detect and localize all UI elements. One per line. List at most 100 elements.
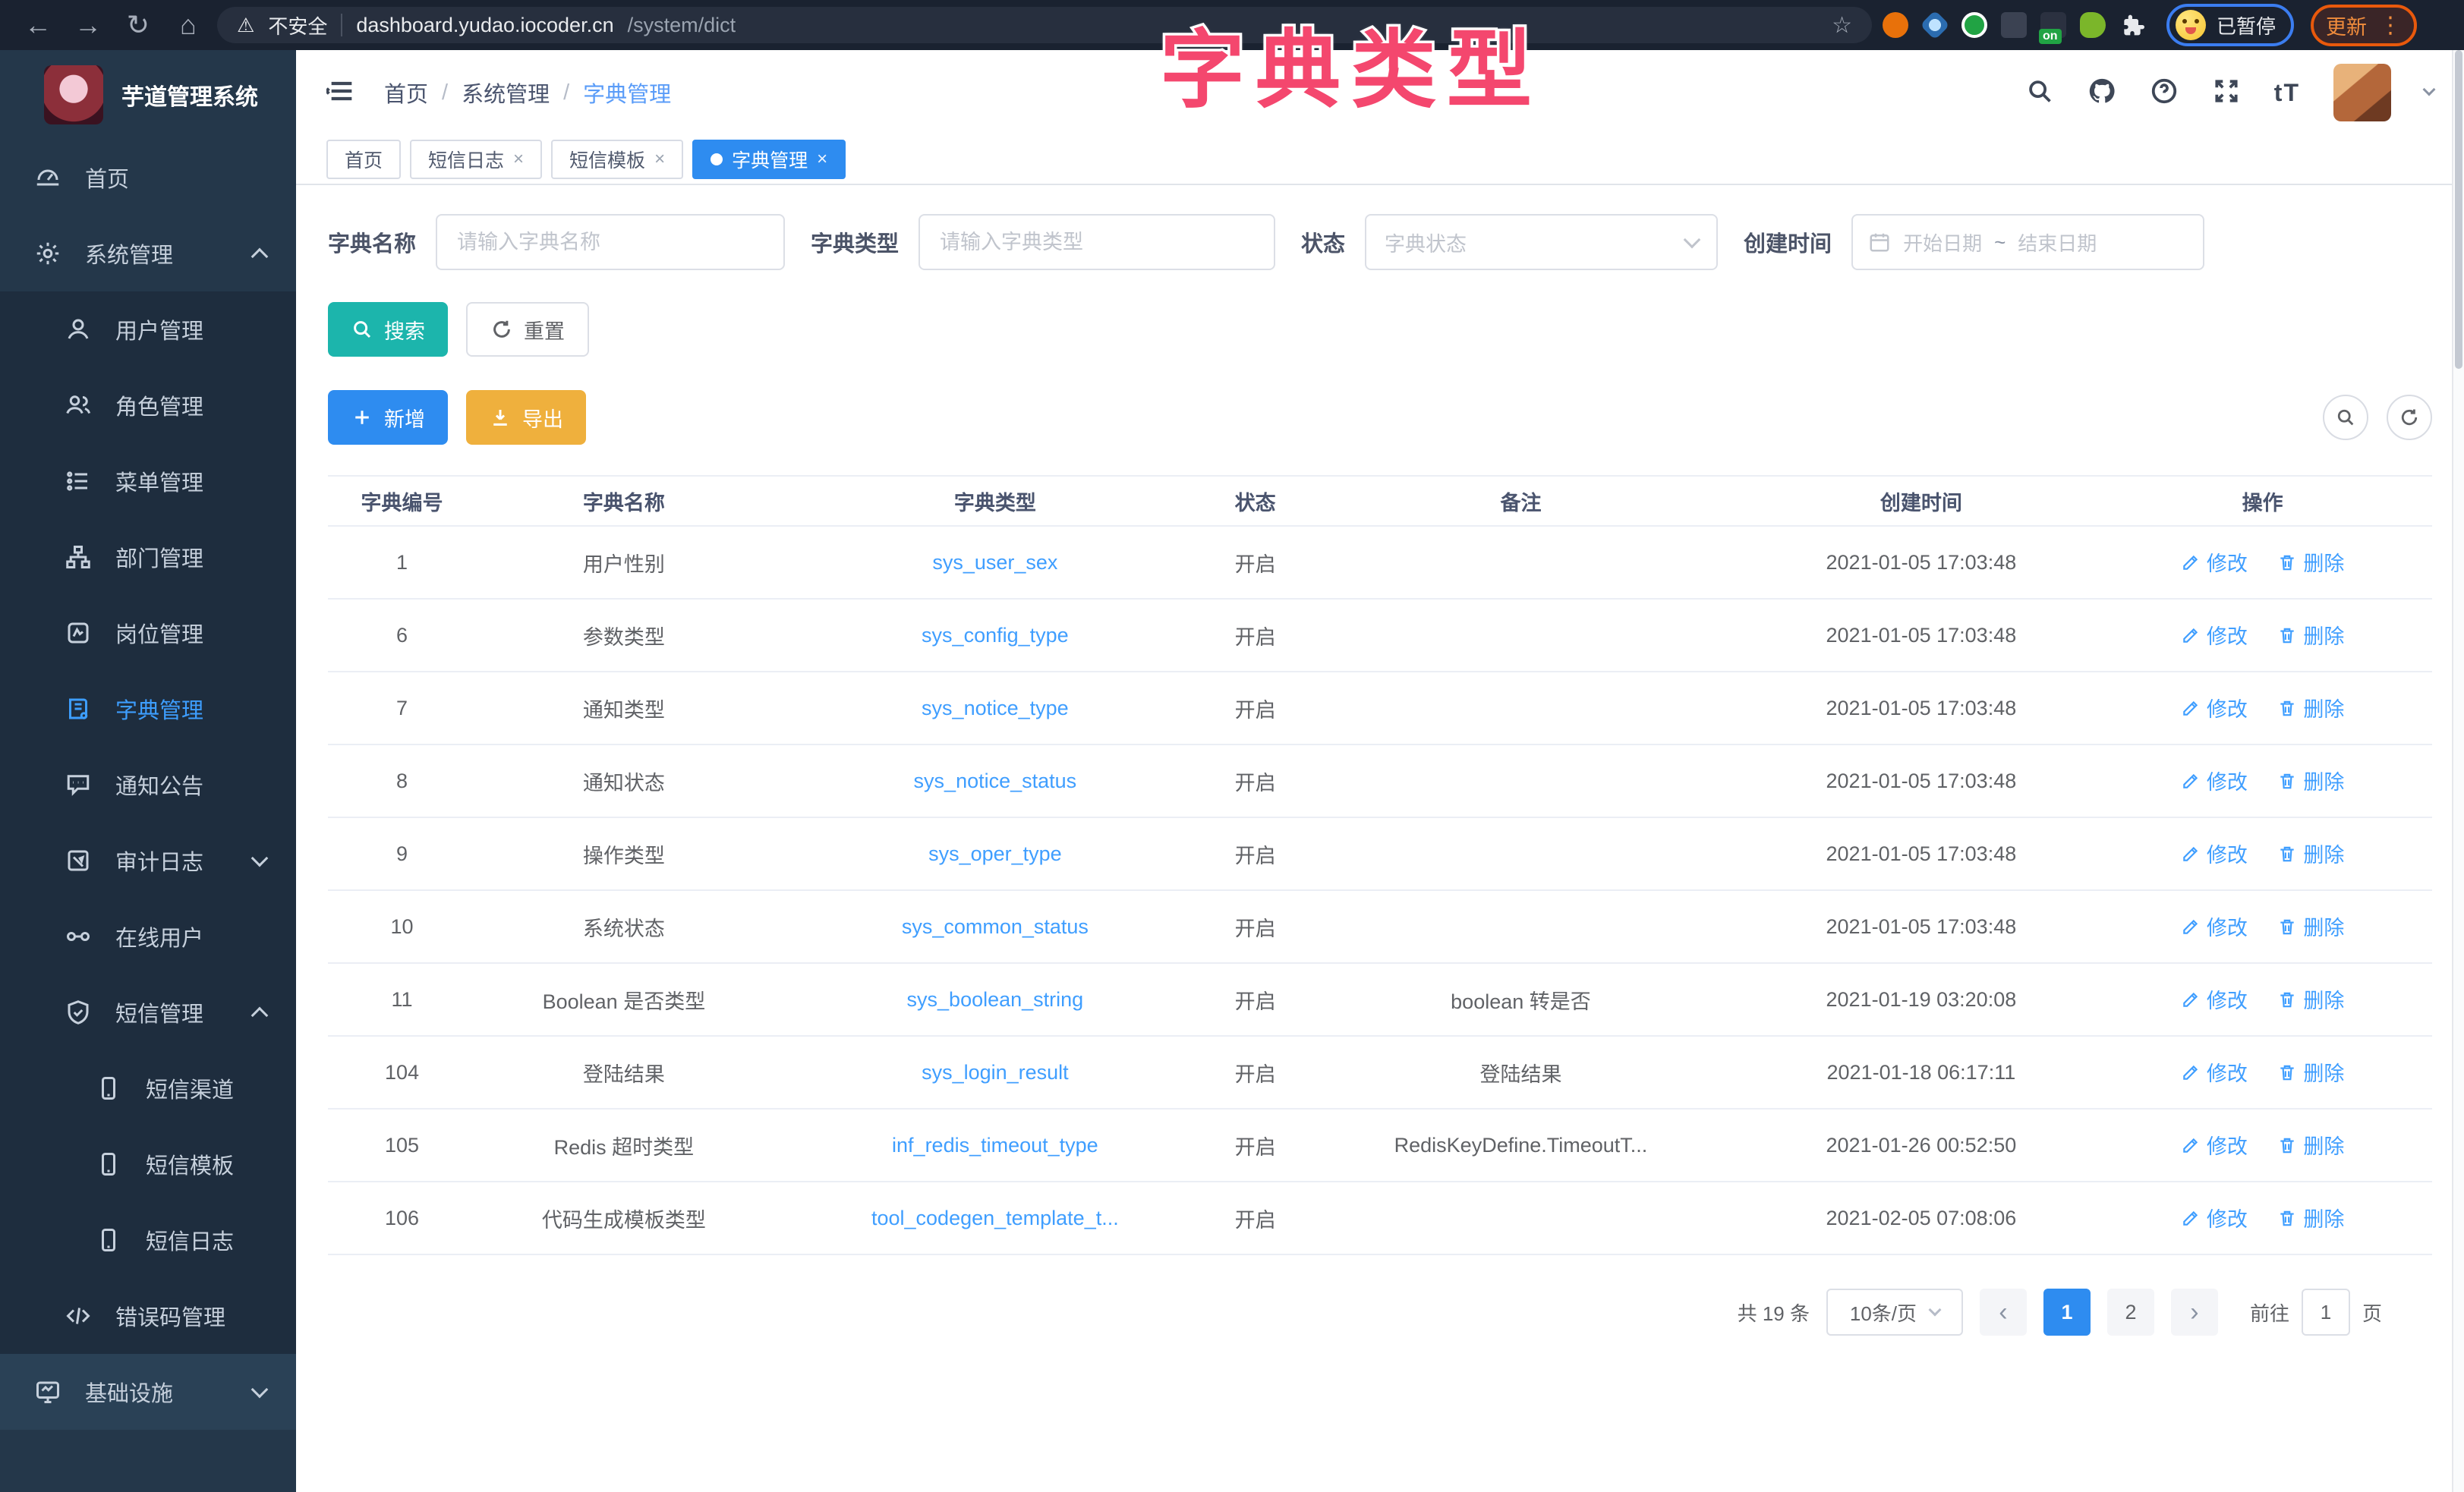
sidebar-item-infra[interactable]: 基础设施 [0, 1354, 296, 1430]
delete-link[interactable]: 删除 [2277, 693, 2344, 722]
edit-link[interactable]: 修改 [2181, 1130, 2248, 1160]
scrollbar-thumb[interactable] [2455, 50, 2462, 369]
search-icon[interactable] [2025, 77, 2054, 109]
sidebar-item-sms-channel[interactable]: 短信渠道 [0, 1050, 296, 1126]
sidebar-item-online[interactable]: 在线用户 [0, 899, 296, 974]
page-size-select[interactable]: 10条/页 [1826, 1289, 1963, 1336]
delete-link[interactable]: 删除 [2277, 839, 2344, 868]
reset-button[interactable]: 重置 [466, 302, 589, 357]
help-icon[interactable] [2150, 77, 2179, 109]
user-menu-caret-icon[interactable] [2423, 83, 2436, 96]
search-button[interactable]: 搜索 [328, 302, 448, 357]
page-button-2[interactable]: 2 [2107, 1289, 2154, 1336]
dict-type-link[interactable]: inf_redis_timeout_type [772, 1109, 1218, 1182]
date-range-picker[interactable]: 开始日期 ~ 结束日期 [1851, 214, 2204, 270]
github-icon[interactable] [2087, 77, 2116, 109]
breadcrumb-section[interactable]: 系统管理 [462, 77, 550, 109]
sidebar-item-post[interactable]: 岗位管理 [0, 595, 296, 671]
tab-dict[interactable]: 字典管理 × [692, 140, 846, 179]
export-button[interactable]: 导出 [466, 390, 586, 445]
fullscreen-icon[interactable] [2212, 77, 2241, 109]
close-icon[interactable]: × [817, 149, 827, 170]
add-button[interactable]: 新增 [328, 390, 448, 445]
next-page-button[interactable]: › [2171, 1289, 2218, 1336]
edit-link[interactable]: 修改 [2181, 839, 2248, 868]
extension-icon[interactable] [1880, 9, 1911, 41]
browser-menu-icon[interactable]: ⋮ [2379, 12, 2402, 39]
url-host: dashboard.yudao.iocoder.cn [356, 14, 613, 37]
edit-link[interactable]: 修改 [2181, 1203, 2248, 1232]
dict-type-link[interactable]: sys_login_result [772, 1036, 1218, 1109]
dict-type-link[interactable]: tool_codegen_template_t... [772, 1182, 1218, 1254]
sidebar-item-dict[interactable]: 字典管理 [0, 671, 296, 747]
edit-link[interactable]: 修改 [2181, 620, 2248, 650]
dict-name-input[interactable] [436, 214, 785, 270]
delete-link[interactable]: 删除 [2277, 620, 2344, 650]
sidebar-item-audit[interactable]: 审计日志 [0, 823, 296, 899]
edit-link[interactable]: 修改 [2181, 693, 2248, 722]
delete-link[interactable]: 删除 [2277, 766, 2344, 795]
sidebar-item-sms-log[interactable]: 短信日志 [0, 1202, 296, 1278]
bookmark-star-icon[interactable]: ☆ [1832, 12, 1852, 39]
close-icon[interactable]: × [654, 149, 665, 170]
dict-type-link[interactable]: sys_notice_status [772, 744, 1218, 817]
goto-page-input[interactable] [2302, 1289, 2350, 1336]
tab-sms-template[interactable]: 短信模板 × [551, 140, 683, 179]
browser-home-icon[interactable]: ⌂ [167, 4, 210, 46]
user-avatar[interactable] [2333, 64, 2391, 121]
sidebar-toggle-icon[interactable] [326, 76, 357, 110]
sidebar-item-sms[interactable]: 短信管理 [0, 974, 296, 1050]
browser-update-chip[interactable]: 更新 ⋮ [2311, 5, 2417, 46]
sidebar-item-sms-template[interactable]: 短信模板 [0, 1126, 296, 1202]
browser-refresh-icon[interactable]: ↻ [117, 4, 159, 46]
browser-back-icon[interactable]: ← [17, 4, 59, 46]
page-button-1[interactable]: 1 [2043, 1289, 2091, 1336]
delete-link[interactable]: 删除 [2277, 1130, 2344, 1160]
tab-sms-log[interactable]: 短信日志 × [410, 140, 542, 179]
extension-icon[interactable]: on [2037, 9, 2069, 41]
delete-link[interactable]: 删除 [2277, 911, 2344, 941]
app-logo-row[interactable]: 芋道管理系统 [0, 50, 296, 140]
edit-link[interactable]: 修改 [2181, 911, 2248, 941]
dict-type-link[interactable]: sys_boolean_string [772, 963, 1218, 1036]
toggle-search-button[interactable] [2323, 395, 2368, 440]
page-scrollbar[interactable] [2452, 50, 2464, 1492]
edit-link[interactable]: 修改 [2181, 547, 2248, 577]
dict-type-link[interactable]: sys_notice_type [772, 672, 1218, 744]
extension-icon[interactable] [1998, 9, 2030, 41]
sidebar-item-menu[interactable]: 菜单管理 [0, 443, 296, 519]
browser-forward-icon[interactable]: → [67, 4, 109, 46]
delete-link[interactable]: 删除 [2277, 547, 2344, 577]
edit-link[interactable]: 修改 [2181, 1057, 2248, 1087]
sidebar-item-home[interactable]: 首页 [0, 140, 296, 216]
status-select[interactable]: 字典状态 [1365, 214, 1718, 270]
sidebar-item-errcode[interactable]: 错误码管理 [0, 1278, 296, 1354]
delete-link[interactable]: 删除 [2277, 1203, 2344, 1232]
extension-icon[interactable] [1919, 9, 1951, 41]
dict-type-link[interactable]: sys_user_sex [772, 526, 1218, 599]
dict-type-link[interactable]: sys_config_type [772, 599, 1218, 672]
edit-link[interactable]: 修改 [2181, 766, 2248, 795]
sidebar-item-notice[interactable]: 通知公告 [0, 747, 296, 823]
breadcrumb-home[interactable]: 首页 [384, 77, 428, 109]
dict-type-input[interactable] [918, 214, 1275, 270]
sidebar-item-system[interactable]: 系统管理 [0, 216, 296, 291]
browser-profile-chip[interactable]: 已暂停 [2166, 4, 2294, 46]
dict-type-link[interactable]: sys_common_status [772, 890, 1218, 963]
tab-home[interactable]: 首页 [326, 140, 401, 179]
prev-page-button[interactable]: ‹ [1980, 1289, 2027, 1336]
close-icon[interactable]: × [513, 149, 524, 170]
extensions-puzzle-icon[interactable] [2116, 9, 2148, 41]
sidebar-item-dept[interactable]: 部门管理 [0, 519, 296, 595]
extension-icon[interactable] [2077, 9, 2109, 41]
edit-link[interactable]: 修改 [2181, 984, 2248, 1014]
delete-link[interactable]: 删除 [2277, 1057, 2344, 1087]
font-size-icon[interactable]: tT [2274, 79, 2300, 107]
delete-link[interactable]: 删除 [2277, 984, 2344, 1014]
sidebar-item-role[interactable]: 角色管理 [0, 367, 296, 443]
refresh-table-button[interactable] [2387, 395, 2432, 440]
address-bar[interactable]: ⚠ 不安全 dashboard.yudao.iocoder.cn/system/… [217, 7, 1872, 43]
sidebar-item-user[interactable]: 用户管理 [0, 291, 296, 367]
dict-type-link[interactable]: sys_oper_type [772, 817, 1218, 890]
extension-icon[interactable] [1958, 9, 1990, 41]
